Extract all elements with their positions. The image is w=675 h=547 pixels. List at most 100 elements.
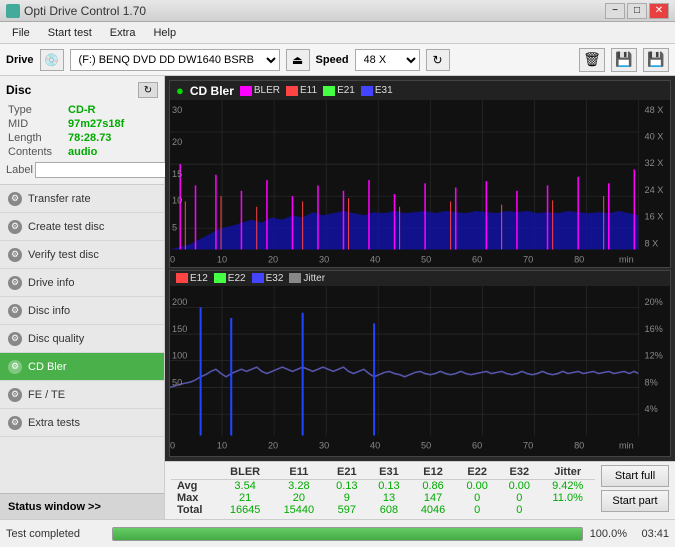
sidebar-item-create-test-disc[interactable]: ⚙ Create test disc [0, 213, 164, 241]
col-header-label [171, 465, 218, 480]
disc-label-input[interactable] [35, 162, 173, 178]
menu-start-test[interactable]: Start test [40, 25, 100, 41]
svg-text:min: min [619, 253, 634, 264]
eject-button[interactable]: ⏏ [286, 49, 310, 71]
drive-select[interactable]: (F:) BENQ DVD DD DW1640 BSRB [70, 49, 280, 71]
sidebar-item-transfer-rate[interactable]: ⚙ Transfer rate [0, 185, 164, 213]
extra-tests-icon: ⚙ [8, 416, 22, 430]
close-button[interactable]: ✕ [649, 3, 669, 19]
sidebar-item-disc-quality[interactable]: ⚙ Disc quality [0, 325, 164, 353]
stats-row-avg: Avg 3.54 3.28 0.13 0.13 0.86 0.00 0.00 9… [171, 480, 595, 493]
sidebar-item-verify-test-disc[interactable]: ⚙ Verify test disc [0, 241, 164, 269]
sidebar-label-create-test-disc: Create test disc [28, 221, 104, 233]
speed-select[interactable]: 48 X [355, 49, 420, 71]
disc-label-row: Label ⚙ [6, 162, 158, 178]
col-header-e31: E31 [368, 465, 410, 480]
stats-avg-e32: 0.00 [498, 480, 540, 493]
legend-jitter: Jitter [289, 273, 325, 284]
create-test-disc-icon: ⚙ [8, 220, 22, 234]
stats-max-label: Max [171, 492, 218, 504]
status-window-button[interactable]: Status window >> [0, 493, 164, 519]
svg-text:20: 20 [268, 439, 278, 450]
legend-bler: BLER [240, 85, 280, 96]
svg-text:16 X: 16 X [644, 210, 664, 221]
menu-extra[interactable]: Extra [102, 25, 144, 41]
time-text: 03:41 [633, 528, 669, 540]
sidebar-item-cd-bler[interactable]: ⚙ CD Bler [0, 353, 164, 381]
start-part-button[interactable]: Start part [601, 490, 669, 512]
main-layout: Disc ↻ Type CD-R MID 97m27s18f Length 78… [0, 76, 675, 519]
length-value: 78:28.73 [68, 132, 156, 144]
stats-avg-e22: 0.00 [456, 480, 498, 493]
svg-text:100: 100 [172, 349, 187, 360]
stats-row-max: Max 21 20 9 13 147 0 0 11.0% [171, 492, 595, 504]
disc-refresh-button[interactable]: ↻ [138, 82, 158, 98]
stats-avg-e12: 0.86 [410, 480, 456, 493]
stats-max-e22: 0 [456, 492, 498, 504]
bottom-chart: E12 E22 E32 Jitter [169, 270, 671, 458]
sidebar-item-extra-tests[interactable]: ⚙ Extra tests [0, 409, 164, 437]
svg-text:60: 60 [472, 253, 482, 264]
bottom-chart-body: 200 150 100 50 0 10 20 30 40 50 60 70 80 [170, 286, 670, 452]
svg-text:40 X: 40 X [644, 130, 664, 141]
stats-total-e22: 0 [456, 504, 498, 516]
svg-text:20%: 20% [644, 296, 662, 307]
svg-text:8%: 8% [644, 376, 657, 387]
stats-total-jitter [540, 504, 595, 516]
progress-text: 100.0% [589, 528, 627, 540]
svg-text:20: 20 [172, 136, 182, 147]
svg-text:200: 200 [172, 296, 187, 307]
col-header-e11: E11 [272, 465, 326, 480]
sidebar-label-cd-bler: CD Bler [28, 361, 67, 373]
type-label: Type [8, 104, 66, 116]
refresh-button[interactable]: ↻ [426, 49, 450, 71]
burn-button[interactable]: 💾 [611, 48, 637, 72]
svg-text:10: 10 [217, 439, 227, 450]
sidebar-label-drive-info: Drive info [28, 277, 74, 289]
speed-label: Speed [316, 54, 349, 66]
minimize-button[interactable]: − [605, 3, 625, 19]
stats-avg-e11: 3.28 [272, 480, 326, 493]
svg-text:50: 50 [172, 376, 182, 387]
svg-text:20: 20 [268, 253, 278, 264]
app-icon [6, 4, 20, 18]
legend-e21: E21 [323, 85, 355, 96]
svg-text:70: 70 [523, 439, 533, 450]
contents-label: Contents [8, 146, 66, 158]
verify-test-disc-icon: ⚙ [8, 248, 22, 262]
sidebar-item-disc-info[interactable]: ⚙ Disc info [0, 297, 164, 325]
drive-icon-btn[interactable]: 💿 [40, 49, 64, 71]
top-chart: ● CD Bler BLER E11 E21 [169, 80, 671, 268]
svg-text:30: 30 [172, 104, 182, 115]
stats-buttons: Start full Start part [595, 465, 669, 512]
sidebar-item-drive-info[interactable]: ⚙ Drive info [0, 269, 164, 297]
legend-e12: E12 [176, 273, 208, 284]
progress-bar-container [112, 527, 583, 541]
svg-text:40: 40 [370, 253, 380, 264]
maximize-button[interactable]: □ [627, 3, 647, 19]
stats-max-e12: 147 [410, 492, 456, 504]
sidebar-item-fe-te[interactable]: ⚙ FE / TE [0, 381, 164, 409]
menu-help[interactable]: Help [145, 25, 184, 41]
menu-file[interactable]: File [4, 25, 38, 41]
erase-button[interactable]: 🗑 [579, 48, 605, 72]
col-header-jitter: Jitter [540, 465, 595, 480]
svg-text:60: 60 [472, 439, 482, 450]
svg-text:10: 10 [217, 253, 227, 264]
save-button[interactable]: 💾 [643, 48, 669, 72]
svg-text:15: 15 [172, 168, 182, 179]
svg-text:30: 30 [319, 439, 329, 450]
svg-text:70: 70 [523, 253, 533, 264]
stats-max-e21: 9 [326, 492, 368, 504]
sidebar-label-disc-info: Disc info [28, 305, 70, 317]
bottom-bar: Test completed 100.0% 03:41 [0, 519, 675, 547]
svg-text:16%: 16% [644, 322, 662, 333]
contents-value: audio [68, 146, 156, 158]
top-chart-body: 30 20 15 10 5 0 10 20 30 40 50 60 70 [170, 100, 670, 266]
stats-max-e11: 20 [272, 492, 326, 504]
bottom-chart-svg: 200 150 100 50 0 10 20 30 40 50 60 70 80 [170, 286, 670, 452]
bottom-chart-header: E12 E22 E32 Jitter [170, 271, 670, 286]
disc-info-icon: ⚙ [8, 304, 22, 318]
label-label: Label [6, 164, 33, 176]
start-full-button[interactable]: Start full [601, 465, 669, 487]
